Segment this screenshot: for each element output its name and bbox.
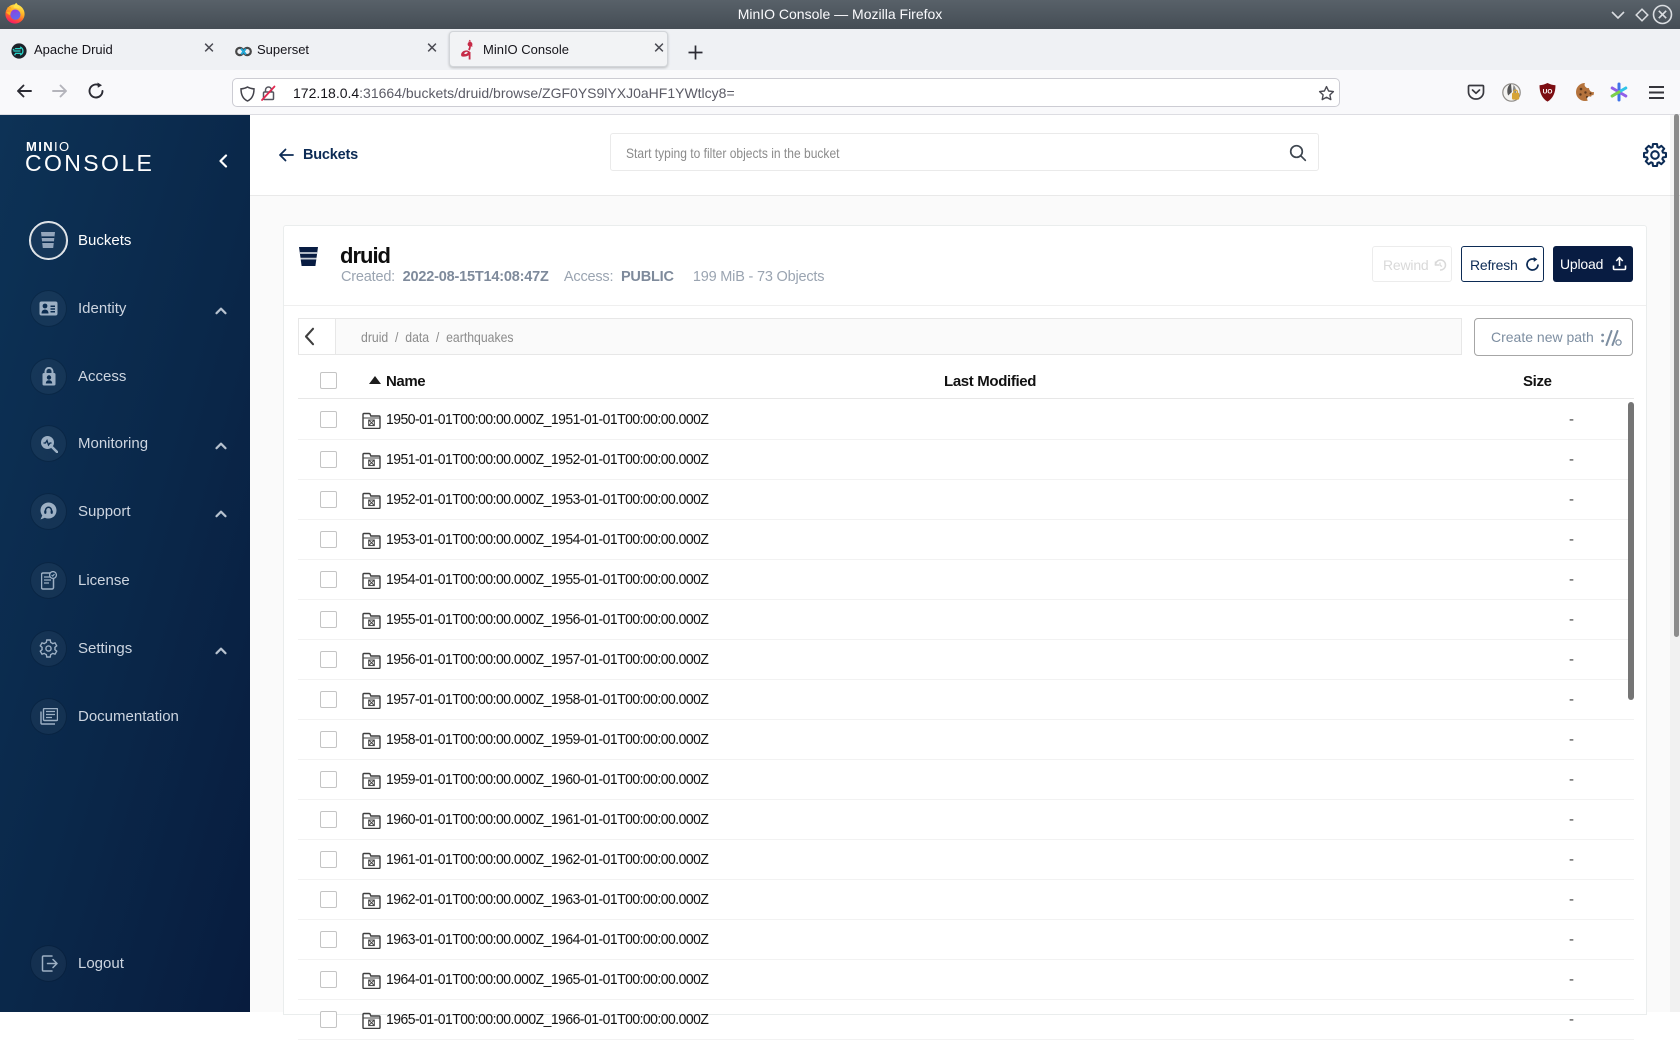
svg-text:UO: UO	[1543, 89, 1553, 96]
